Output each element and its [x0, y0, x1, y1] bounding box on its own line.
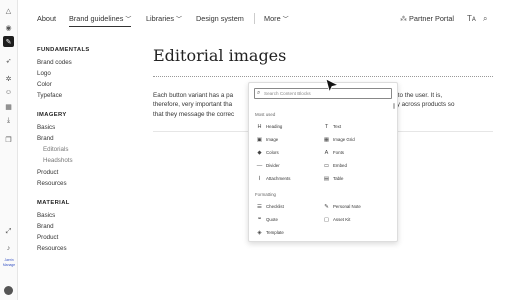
image-icon: ▣ — [256, 136, 263, 143]
logo-icon[interactable]: △ — [3, 5, 14, 16]
translate-icon[interactable]: Tᴀ — [467, 14, 476, 23]
page-title: Editorial images — [153, 46, 287, 65]
block-heading[interactable]: H Heading — [256, 123, 283, 130]
personal-note-icon: ✎ — [324, 203, 329, 210]
nav-more[interactable]: More ﹀ — [264, 14, 289, 23]
table-icon: ▤ — [323, 175, 330, 182]
bell-icon[interactable]: ♪ — [3, 243, 14, 254]
nav-divider — [254, 13, 255, 24]
side-link-headshots[interactable]: Headshots — [43, 157, 73, 164]
mouse-cursor-icon — [325, 78, 340, 94]
side-link-logo[interactable]: Logo — [37, 70, 51, 77]
block-image[interactable]: ▣ Image — [256, 136, 278, 143]
content-block-picker: ⌕ Search Content Blocks Most used H Headi… — [248, 82, 398, 242]
side-link-material-resources[interactable]: Resources — [37, 245, 67, 252]
block-personal-note[interactable]: ✎ Personal Note — [323, 203, 361, 210]
side-link-imagery-brand[interactable]: Brand — [37, 135, 54, 142]
rocket-icon[interactable]: ➶ — [3, 55, 14, 66]
side-link-material-brand[interactable]: Brand — [37, 223, 54, 230]
imagery-heading: IMAGERY — [37, 112, 67, 118]
calendar-icon[interactable]: ▦ — [3, 101, 14, 112]
nav-about[interactable]: About — [37, 14, 56, 23]
most-used-label: Most used — [255, 112, 276, 117]
block-fonts[interactable]: A Fonts — [323, 149, 344, 156]
chevron-down-icon: ﹀ — [125, 17, 132, 23]
pen-icon[interactable]: ✎ — [3, 36, 14, 47]
nav-libraries[interactable]: Libraries ﹀ — [146, 14, 182, 23]
side-link-typeface[interactable]: Typeface — [37, 92, 62, 99]
side-link-brand-codes[interactable]: Brand codes — [37, 59, 72, 66]
nav-brand-guidelines[interactable]: Brand guidelines ﹀ — [69, 14, 132, 27]
side-link-material-product[interactable]: Product — [37, 234, 58, 241]
download-icon[interactable]: ⤓ — [3, 115, 14, 126]
text-icon: T — [324, 123, 329, 130]
block-table[interactable]: ▤ Table — [323, 175, 344, 182]
image-grid-icon: ▦ — [323, 136, 330, 143]
settings-icon[interactable]: ✲ — [3, 73, 14, 84]
block-template[interactable]: ◈ Template — [256, 229, 283, 236]
embed-icon: ▭ — [323, 162, 330, 169]
search-icon: ⌕ — [257, 90, 261, 96]
app-frame: △ ◉ ✎ ➶ ✲ ☺ ▦ ⤓ ❐ ⤢ ♪ Jaerin Manage About… — [0, 0, 512, 300]
block-asset-kit[interactable]: ▢ Asset Kit — [323, 216, 350, 223]
fonts-icon: A — [324, 149, 329, 156]
user-label[interactable]: Jaerin Manage — [1, 258, 17, 267]
asset-kit-icon: ▢ — [323, 216, 330, 223]
block-text[interactable]: T Text — [323, 123, 341, 130]
search-placeholder: Search Content Blocks — [264, 91, 311, 96]
block-colors[interactable]: ◆ Colors — [256, 149, 278, 156]
copy-icon[interactable]: ❐ — [3, 134, 14, 145]
divider-icon: — — [256, 162, 263, 169]
expand-icon[interactable]: ⤢ — [3, 226, 14, 237]
partner-portal-link[interactable]: ⁂ Partner Portal — [400, 14, 454, 23]
template-icon: ◈ — [257, 229, 262, 236]
chevron-down-icon: ﹀ — [175, 17, 182, 23]
top-nav: About Brand guidelines ﹀ Libraries ﹀ Desig… — [17, 0, 512, 38]
colors-icon: ◆ — [257, 149, 262, 156]
fundamentals-heading: FUNDAMENTALS — [37, 47, 90, 53]
side-link-imagery-product[interactable]: Product — [37, 169, 58, 176]
search-icon[interactable]: ⌕ — [483, 14, 487, 24]
nav-design-system[interactable]: Design system — [196, 14, 244, 23]
block-divider[interactable]: — Divider — [256, 162, 280, 169]
search-input[interactable]: ⌕ Search Content Blocks — [254, 88, 392, 99]
avatar[interactable] — [4, 286, 13, 295]
title-divider — [153, 76, 493, 77]
users-icon[interactable]: ☺ — [3, 87, 14, 98]
block-quote[interactable]: ❝ Quote — [256, 216, 278, 223]
eye-icon[interactable]: ◉ — [3, 22, 14, 33]
scrollbar[interactable] — [393, 103, 395, 109]
block-checklist[interactable]: ☰ Checklist — [256, 203, 284, 210]
icon-rail: △ ◉ ✎ ➶ ✲ ☺ ▦ ⤓ ❐ ⤢ ♪ Jaerin Manage — [0, 0, 18, 300]
heading-icon: H — [257, 123, 262, 130]
grid-icon: ⁂ — [400, 16, 407, 23]
block-image-grid[interactable]: ▦ Image Grid — [323, 136, 355, 143]
side-link-imagery-basics[interactable]: Basics — [37, 124, 55, 131]
quote-icon: ❝ — [258, 216, 261, 223]
chevron-down-icon: ﹀ — [282, 17, 289, 23]
side-link-imagery-resources[interactable]: Resources — [37, 180, 67, 187]
material-heading: MATERIAL — [37, 200, 70, 206]
checklist-icon: ☰ — [257, 203, 262, 210]
side-link-material-basics[interactable]: Basics — [37, 212, 55, 219]
formatting-label: Formatting — [255, 192, 276, 197]
attachments-icon: ⌇ — [258, 175, 261, 182]
block-embed[interactable]: ▭ Embed — [323, 162, 347, 169]
block-attachments[interactable]: ⌇ Attachments — [256, 175, 290, 182]
side-link-color[interactable]: Color — [37, 81, 52, 88]
side-link-editorials[interactable]: Editorials — [43, 146, 68, 153]
